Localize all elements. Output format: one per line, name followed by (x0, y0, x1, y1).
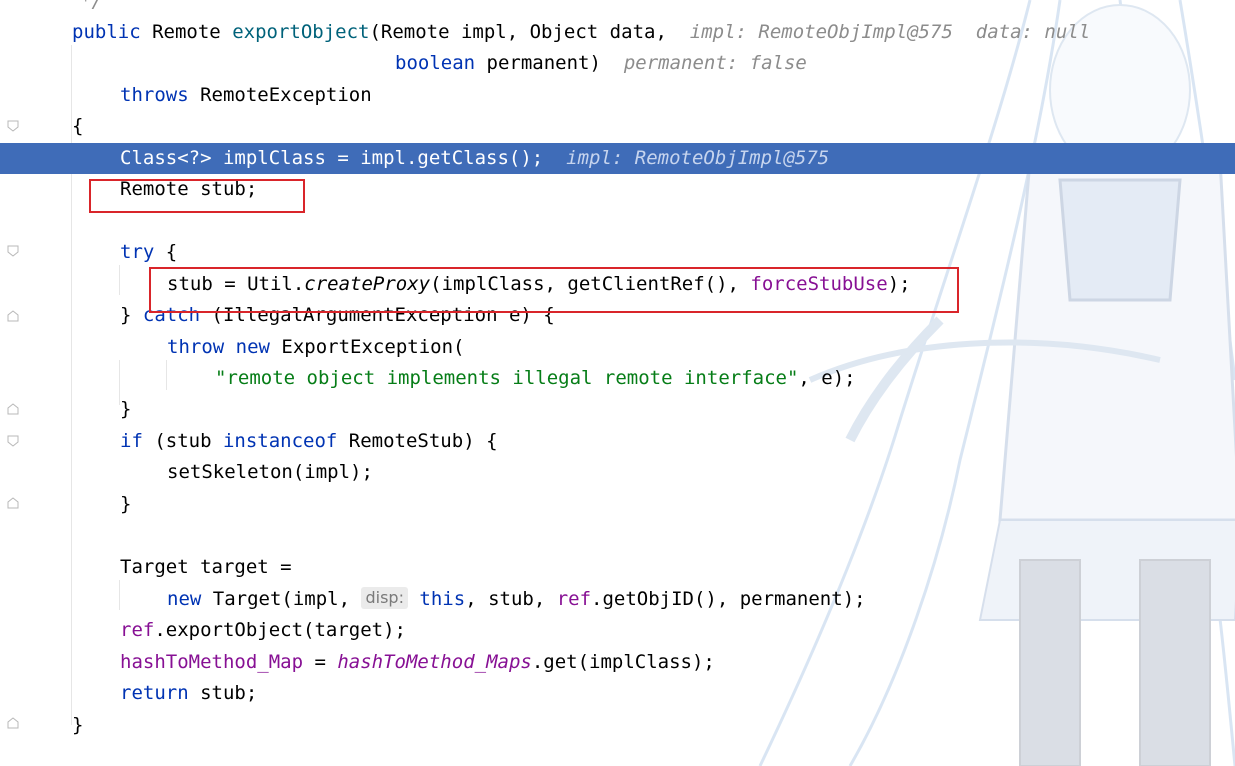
code-line[interactable]: { (0, 111, 1235, 142)
method-name: exportObject (232, 21, 370, 43)
keyword-instanceof: instanceof (222, 430, 338, 452)
code-line[interactable]: public Remote exportObject(Remote impl, … (0, 17, 1235, 48)
code-text: setSkeleton(impl); (167, 461, 373, 483)
parameter-list: permanent) (475, 52, 601, 74)
static-field-reference: hashToMethod_Maps (337, 651, 532, 673)
annotation-box-create-proxy (149, 267, 959, 313)
code-line[interactable]: throws RemoteException (0, 80, 1235, 111)
code-text: .getObjID(), permanent); (591, 588, 866, 610)
code-line[interactable]: throw new ExportException( (0, 332, 1235, 363)
code-line[interactable]: } (0, 394, 1235, 425)
code-text: { (154, 241, 178, 263)
close-brace: } (120, 398, 132, 420)
keyword-boolean: boolean (395, 52, 476, 74)
code-text: (stub (142, 430, 223, 452)
code-text: .get(implClass); (531, 651, 715, 673)
code-line[interactable]: } (0, 710, 1235, 741)
keyword-return: return (120, 682, 189, 704)
field-reference: hashToMethod_Map (120, 651, 304, 673)
close-brace: } (120, 493, 132, 515)
code-line[interactable]: boolean permanent) permanent: false (0, 48, 1235, 79)
code-text: .exportObject(target); (154, 619, 406, 641)
code-line[interactable]: ref.exportObject(target); (0, 615, 1235, 646)
code-line[interactable]: */ (0, 0, 1235, 17)
keyword-throw: throw (167, 336, 225, 358)
parameter-list: (Remote impl, Object data, (369, 21, 667, 43)
code-text: RemoteStub) { (337, 430, 498, 452)
code-line[interactable]: "remote object implements illegal remote… (0, 363, 1235, 394)
code-text: Target(impl, (201, 588, 362, 610)
keyword-if: if (120, 430, 143, 452)
keyword-new: new (167, 588, 202, 610)
string-literal: "remote object implements illegal remote… (215, 367, 799, 389)
close-brace: } (72, 714, 84, 736)
exception-type: RemoteException (188, 84, 372, 106)
code-text: Target target = (120, 556, 292, 578)
code-text: Class<?> implClass = impl.getClass(); (120, 147, 544, 169)
keyword-throws: throws (120, 84, 189, 106)
code-line[interactable]: } (0, 489, 1235, 520)
code-text: } (120, 304, 143, 326)
code-line[interactable]: setSkeleton(impl); (0, 457, 1235, 488)
return-type: Remote (152, 21, 221, 43)
debug-value-hint: impl: RemoteObjImpl@575 (689, 21, 953, 43)
code-text: ExportException( (269, 336, 465, 358)
code-line[interactable]: new Target(impl, disp: this, stub, ref.g… (0, 584, 1235, 615)
code-text: stub; (188, 682, 258, 704)
parameter-name-hint: disp: (361, 587, 408, 609)
code-text: = (303, 651, 338, 673)
comment-end: */ (80, 0, 103, 12)
execution-point-line[interactable]: Class<?> implClass = impl.getClass(); im… (0, 143, 1235, 174)
keyword-try: try (120, 241, 155, 263)
debug-value-hint: permanent: false (623, 52, 807, 74)
code-line[interactable]: if (stub instanceof RemoteStub) { (0, 426, 1235, 457)
open-brace: { (72, 115, 84, 137)
code-line[interactable]: try { (0, 237, 1235, 268)
field-reference: ref (120, 619, 155, 641)
code-line[interactable]: Target target = (0, 552, 1235, 583)
code-text: , e); (798, 367, 856, 389)
field-reference: ref (556, 588, 592, 610)
code-text: , stub, (465, 588, 557, 610)
debug-value-hint: impl: RemoteObjImpl@575 (566, 147, 830, 169)
keyword-public: public (72, 21, 141, 43)
code-line[interactable]: return stub; (0, 678, 1235, 709)
annotation-box-stub-declaration (89, 179, 305, 213)
keyword-this: this (419, 588, 466, 610)
code-editor[interactable]: */ public Remote exportObject(Remote imp… (0, 0, 1235, 766)
debug-value-hint: data: null (975, 21, 1091, 43)
code-line[interactable]: hashToMethod_Map = hashToMethod_Maps.get… (0, 647, 1235, 678)
keyword-new: new (235, 336, 270, 358)
